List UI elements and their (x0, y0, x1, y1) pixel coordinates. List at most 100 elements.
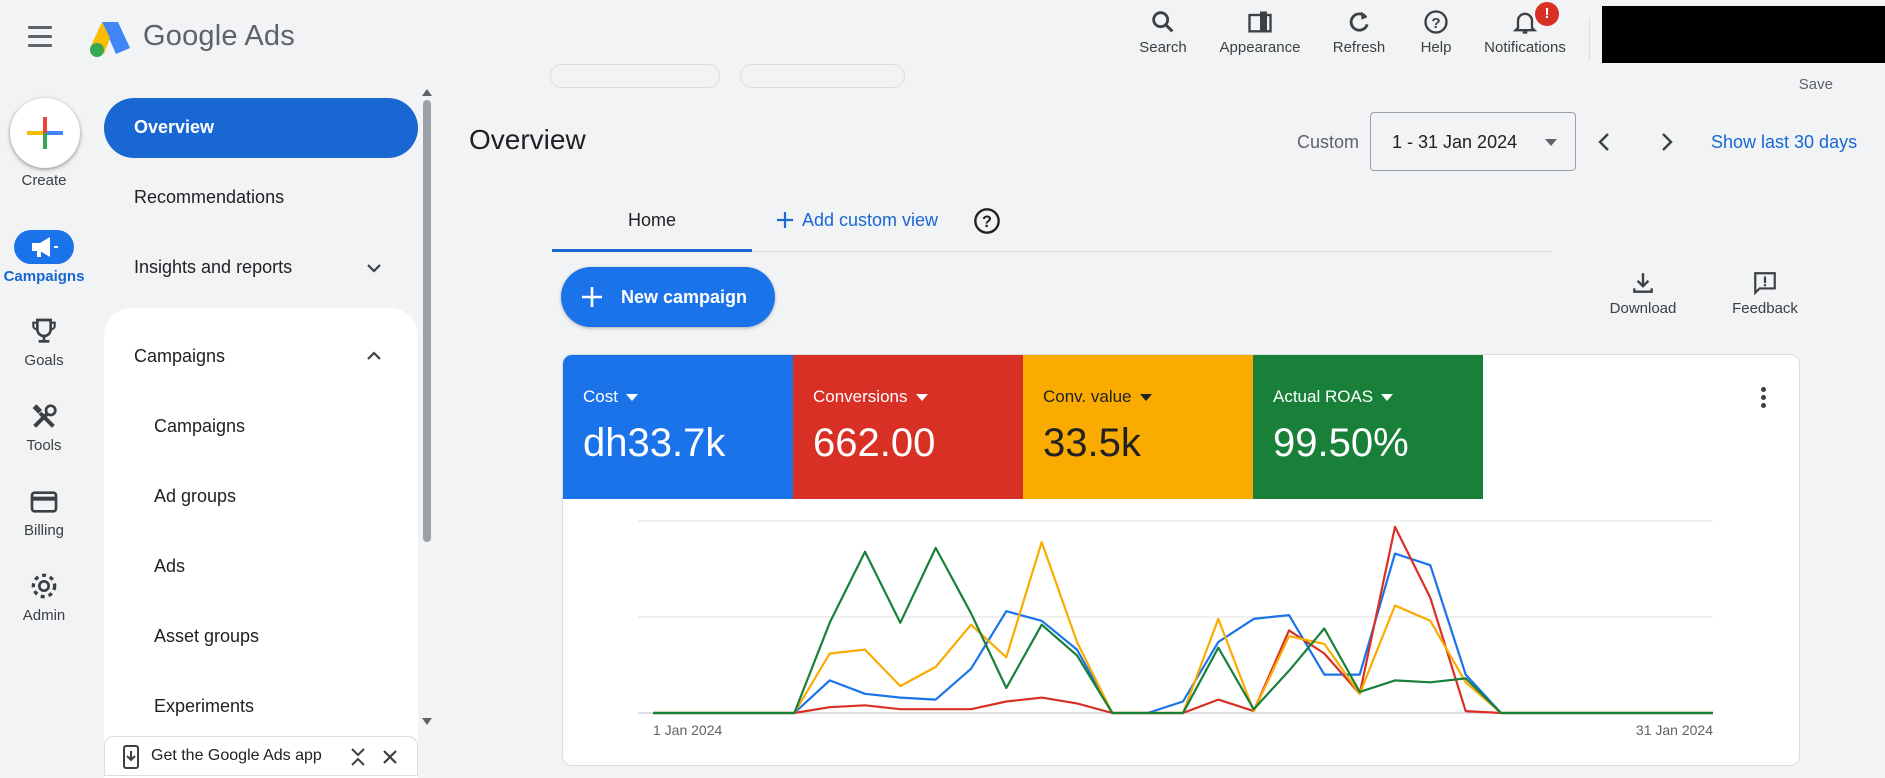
nav-overview[interactable]: Overview (104, 98, 418, 158)
create-label: Create (21, 172, 67, 189)
left-rail: Create Campaigns Goals Tools Billing Adm… (0, 76, 88, 766)
x-axis-end-label: 31 Jan 2024 (1636, 722, 1713, 738)
tools-icon[interactable] (28, 401, 60, 433)
metric-conv-value-label[interactable]: Conv. value (1043, 387, 1152, 407)
x-axis-start-label: 1 Jan 2024 (653, 722, 722, 738)
more-options-icon[interactable] (1760, 387, 1768, 411)
search-icon (1152, 11, 1174, 33)
top-bar: Google Ads Search Appearance Refresh ? H… (0, 0, 1885, 76)
side-navigation: Overview Recommendations Insights and re… (88, 76, 438, 778)
campaigns-rail-button[interactable] (14, 230, 74, 264)
date-range-label: Custom (1297, 132, 1360, 152)
chevron-right-icon[interactable] (1654, 130, 1678, 154)
scroll-down-arrow-icon[interactable] (421, 716, 433, 728)
chart-series-line-0 (653, 552, 1713, 715)
page-title: Overview (469, 124, 586, 155)
collapse-icon[interactable] (349, 747, 367, 767)
dropdown-caret-icon (1545, 139, 1557, 146)
billing-rail-label[interactable]: Billing (0, 522, 88, 539)
new-campaign-button[interactable]: New campaign (561, 267, 775, 327)
chevron-left-icon[interactable] (1593, 130, 1617, 154)
create-button[interactable] (10, 98, 80, 168)
sidenav-scrollbar[interactable] (421, 86, 433, 732)
menu-icon[interactable] (28, 26, 60, 50)
scroll-thumb[interactable] (423, 100, 431, 542)
nav-campaigns-group[interactable]: Campaigns (134, 346, 225, 367)
divider (1589, 18, 1590, 60)
nav-experiments[interactable]: Experiments (154, 696, 254, 717)
feedback-button[interactable]: Feedback (1723, 270, 1807, 317)
nav-ads[interactable]: Ads (154, 556, 185, 577)
nav-recommendations[interactable]: Recommendations (134, 187, 284, 208)
dropdown-caret-icon (1381, 394, 1394, 402)
nav-ad-groups[interactable]: Ad groups (154, 486, 236, 507)
nav-insights-and-reports[interactable]: Insights and reports (134, 257, 292, 278)
search-button[interactable]: Search (1137, 8, 1189, 56)
help-button[interactable]: ? Help (1414, 8, 1458, 56)
campaigns-rail-label[interactable]: Campaigns (0, 268, 88, 285)
dropdown-caret-icon (915, 394, 928, 402)
refresh-button[interactable]: Refresh (1327, 8, 1391, 56)
save-link[interactable]: Save (1799, 76, 1833, 93)
refresh-icon (1349, 11, 1369, 32)
brand-name: Google Ads (143, 20, 295, 52)
tools-rail-label[interactable]: Tools (0, 437, 88, 454)
help-icon: ? (1424, 10, 1448, 34)
metric-cost-value: dh33.7k (583, 421, 726, 465)
performance-card: Cost dh33.7k Conversions 662.00 Conv. va… (562, 354, 1800, 766)
close-icon[interactable] (381, 748, 399, 766)
metric-conv-value-value: 33.5k (1043, 421, 1141, 465)
credit-card-icon[interactable] (28, 486, 60, 518)
metric-conv-value[interactable]: Conv. value 33.5k (1023, 355, 1253, 499)
metric-actual-roas[interactable]: Actual ROAS 99.50% (1253, 355, 1483, 499)
google-ads-logo[interactable] (88, 18, 132, 58)
main-content: Save Overview Custom 1 - 31 Jan 2024 Sho… (440, 64, 1885, 766)
admin-rail-label[interactable]: Admin (0, 607, 88, 624)
scroll-up-arrow-icon[interactable] (421, 86, 433, 98)
gear-icon[interactable] (28, 570, 60, 602)
app-banner[interactable]: Get the Google Ads app (104, 736, 418, 776)
notifications-button[interactable]: Notifications ! (1477, 2, 1573, 56)
metric-cost-label[interactable]: Cost (583, 387, 638, 407)
metric-conversions-value: 662.00 (813, 421, 936, 465)
dropdown-caret-icon (625, 394, 638, 402)
megaphone-icon (32, 237, 58, 257)
trophy-icon[interactable] (28, 316, 60, 348)
tab-home[interactable]: Home (552, 210, 752, 253)
feedback-icon (1754, 272, 1776, 296)
nav-asset-groups[interactable]: Asset groups (154, 626, 259, 647)
metric-actual-roas-label[interactable]: Actual ROAS (1273, 387, 1394, 407)
new-campaign-label: New campaign (621, 287, 748, 307)
nav-campaigns[interactable]: Campaigns (154, 416, 245, 437)
phone-download-icon (123, 745, 139, 769)
filter-chip[interactable] (550, 64, 720, 88)
metric-cost[interactable]: Cost dh33.7k (563, 355, 793, 499)
metric-actual-roas-value: 99.50% (1273, 421, 1409, 465)
plus-icon (27, 117, 63, 149)
help-circle-icon[interactable]: ? (973, 207, 1001, 235)
date-range-picker[interactable]: 1 - 31 Jan 2024 (1370, 112, 1576, 171)
account-info[interactable] (1602, 6, 1885, 63)
appearance-button[interactable]: Appearance (1214, 8, 1306, 56)
dropdown-caret-icon (1139, 394, 1152, 402)
plus-icon (777, 212, 793, 228)
campaigns-nav-group: Campaigns Campaigns Ad groups Ads Asset … (104, 308, 418, 778)
metric-conversions[interactable]: Conversions 662.00 (793, 355, 1023, 499)
chart-series-line-3 (653, 546, 1713, 715)
app-banner-text: Get the Google Ads app (151, 747, 322, 764)
svg-text:?: ? (1431, 15, 1440, 32)
chevron-up-icon[interactable] (364, 346, 384, 366)
chart-series-line-2 (653, 540, 1713, 715)
add-custom-view-tab[interactable]: Add custom view (776, 210, 938, 231)
performance-line-chart: 1 Jan 2024 31 Jan 2024 (638, 520, 1713, 738)
chevron-down-icon[interactable] (364, 258, 384, 278)
download-button[interactable]: Download (1601, 270, 1685, 317)
svg-text:?: ? (982, 213, 992, 231)
filter-chip[interactable] (740, 64, 905, 88)
show-last-30-days-link[interactable]: Show last 30 days (1711, 132, 1857, 153)
metric-conversions-label[interactable]: Conversions (813, 387, 928, 407)
goals-rail-label[interactable]: Goals (0, 352, 88, 369)
notification-badge: ! (1535, 2, 1559, 26)
plus-icon (582, 287, 602, 307)
active-tab-indicator (552, 249, 752, 252)
